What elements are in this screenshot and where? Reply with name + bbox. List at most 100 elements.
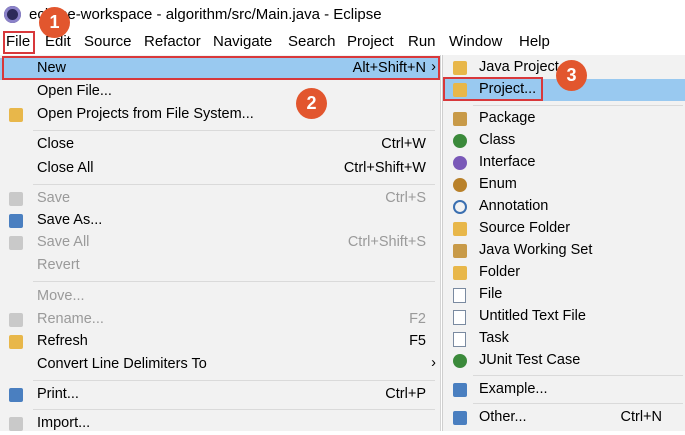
menu-separator — [33, 409, 435, 410]
menu-item-move[interactable]: Move... — [0, 286, 440, 308]
menu-item-open-file[interactable]: Open File... — [0, 81, 440, 103]
menu-item-label: Save All — [37, 234, 90, 250]
working-set-icon — [453, 244, 467, 258]
title-bar: eclipse-workspace - algorithm/src/Main.j… — [0, 0, 685, 30]
submenu-item-label: Class — [479, 132, 516, 148]
menu-item-label: Open Projects from File System... — [37, 106, 254, 122]
class-icon — [453, 134, 467, 148]
source-folder-icon — [453, 222, 467, 236]
menu-refactor[interactable]: Refactor — [144, 33, 201, 50]
new-item-highlight-box — [2, 56, 440, 80]
menu-item-print[interactable]: Print... Ctrl+P — [0, 384, 440, 406]
menu-item-save[interactable]: Save Ctrl+S — [0, 188, 440, 210]
submenu-item-label: Source Folder — [479, 220, 571, 236]
submenu-item-label: Java Project — [479, 59, 559, 75]
submenu-item-label: Example... — [479, 381, 548, 397]
submenu-item-label: JUnit Test Case — [479, 352, 581, 368]
submenu-item-enum[interactable]: Enum — [443, 174, 685, 196]
menu-bar: File Edit Source Refactor Navigate Searc… — [0, 30, 685, 54]
menu-item-label: Refresh — [37, 333, 88, 349]
submenu-item-interface[interactable]: Interface — [443, 152, 685, 174]
submenu-item-source-folder[interactable]: Source Folder — [443, 218, 685, 240]
print-icon — [9, 388, 23, 402]
menu-item-convert-line-delimiters[interactable]: Convert Line Delimiters To › — [0, 354, 440, 376]
submenu-item-label: Java Working Set — [479, 242, 593, 258]
menu-item-label: Move... — [37, 288, 85, 304]
folder-icon — [9, 108, 23, 122]
submenu-item-label: File — [479, 286, 503, 302]
example-icon — [453, 383, 467, 397]
interface-icon — [453, 156, 467, 170]
submenu-item-task[interactable]: Task — [443, 328, 685, 350]
menu-navigate[interactable]: Navigate — [213, 33, 272, 50]
menu-item-shortcut: F5 — [409, 333, 426, 349]
menu-run[interactable]: Run — [408, 33, 436, 50]
task-icon — [453, 332, 466, 347]
menu-item-close-all[interactable]: Close All Ctrl+Shift+W — [0, 158, 440, 180]
junit-icon — [453, 354, 467, 368]
refresh-icon — [9, 335, 23, 349]
menu-item-revert[interactable]: Revert — [0, 255, 440, 277]
text-file-icon — [453, 310, 466, 325]
menu-item-shortcut: Ctrl+Shift+W — [343, 160, 426, 176]
submenu-item-label: Other... — [479, 409, 527, 425]
menu-separator — [473, 403, 683, 404]
menu-item-save-as[interactable]: Save As... — [0, 210, 440, 232]
submenu-item-annotation[interactable]: Annotation — [443, 196, 685, 218]
package-icon — [453, 112, 467, 126]
menu-separator — [33, 380, 435, 381]
eclipse-logo-icon — [4, 6, 21, 23]
menu-project[interactable]: Project — [347, 33, 394, 50]
java-project-icon — [453, 61, 467, 75]
menu-item-save-all[interactable]: Save All Ctrl+Shift+S — [0, 232, 440, 254]
submenu-item-other[interactable]: Other... Ctrl+N — [443, 407, 685, 429]
menu-item-rename[interactable]: Rename... F2 — [0, 309, 440, 331]
menu-item-label: Import... — [37, 415, 91, 431]
menu-item-refresh[interactable]: Refresh F5 — [0, 331, 440, 353]
submenu-item-label: Package — [479, 110, 536, 126]
submenu-item-label: Interface — [479, 154, 536, 170]
menu-item-close[interactable]: Close Ctrl+W — [0, 134, 440, 156]
new-submenu: Java Project Project... Package Class In… — [442, 55, 685, 431]
submenu-item-class[interactable]: Class — [443, 130, 685, 152]
file-menu: New Alt+Shift+N › Open File... Open Proj… — [0, 55, 441, 431]
file-menu-highlight-box — [3, 31, 35, 54]
project-item-highlight-box — [443, 77, 543, 101]
menu-item-label: Save — [37, 190, 71, 206]
submenu-item-label: Task — [479, 330, 509, 346]
menu-search[interactable]: Search — [288, 33, 336, 50]
submenu-item-folder[interactable]: Folder — [443, 262, 685, 284]
annotation-icon — [453, 200, 467, 214]
save-as-icon — [9, 214, 23, 228]
submenu-item-label: Untitled Text File — [479, 308, 586, 324]
import-icon — [9, 417, 23, 431]
folder-icon — [453, 266, 467, 280]
submenu-item-java-working-set[interactable]: Java Working Set — [443, 240, 685, 262]
menu-item-label: Close All — [37, 160, 94, 176]
submenu-item-package[interactable]: Package — [443, 108, 685, 130]
file-icon — [453, 288, 466, 303]
save-all-icon — [9, 236, 23, 250]
menu-item-shortcut: Ctrl+Shift+S — [347, 234, 426, 250]
menu-item-label: Open File... — [37, 83, 112, 99]
submenu-item-label: Annotation — [479, 198, 549, 214]
menu-separator — [473, 375, 683, 376]
enum-icon — [453, 178, 467, 192]
submenu-item-label: Folder — [479, 264, 521, 280]
submenu-item-untitled-text-file[interactable]: Untitled Text File — [443, 306, 685, 328]
menu-item-shortcut: F2 — [409, 311, 426, 327]
menu-source[interactable]: Source — [84, 33, 132, 50]
step-badge-3: 3 — [556, 60, 587, 91]
window-title: eclipse-workspace - algorithm/src/Main.j… — [29, 6, 382, 23]
menu-help[interactable]: Help — [519, 33, 550, 50]
menu-window[interactable]: Window — [449, 33, 502, 50]
submenu-item-example[interactable]: Example... — [443, 379, 685, 401]
menu-item-label: Print... — [37, 386, 79, 402]
menu-item-open-projects[interactable]: Open Projects from File System... — [0, 104, 440, 126]
menu-separator — [33, 130, 435, 131]
submenu-item-junit-test-case[interactable]: JUnit Test Case — [443, 350, 685, 372]
rename-icon — [9, 313, 23, 327]
menu-item-import[interactable]: Import... — [0, 413, 440, 435]
submenu-item-file[interactable]: File — [443, 284, 685, 306]
menu-item-shortcut: Ctrl+P — [385, 386, 426, 402]
